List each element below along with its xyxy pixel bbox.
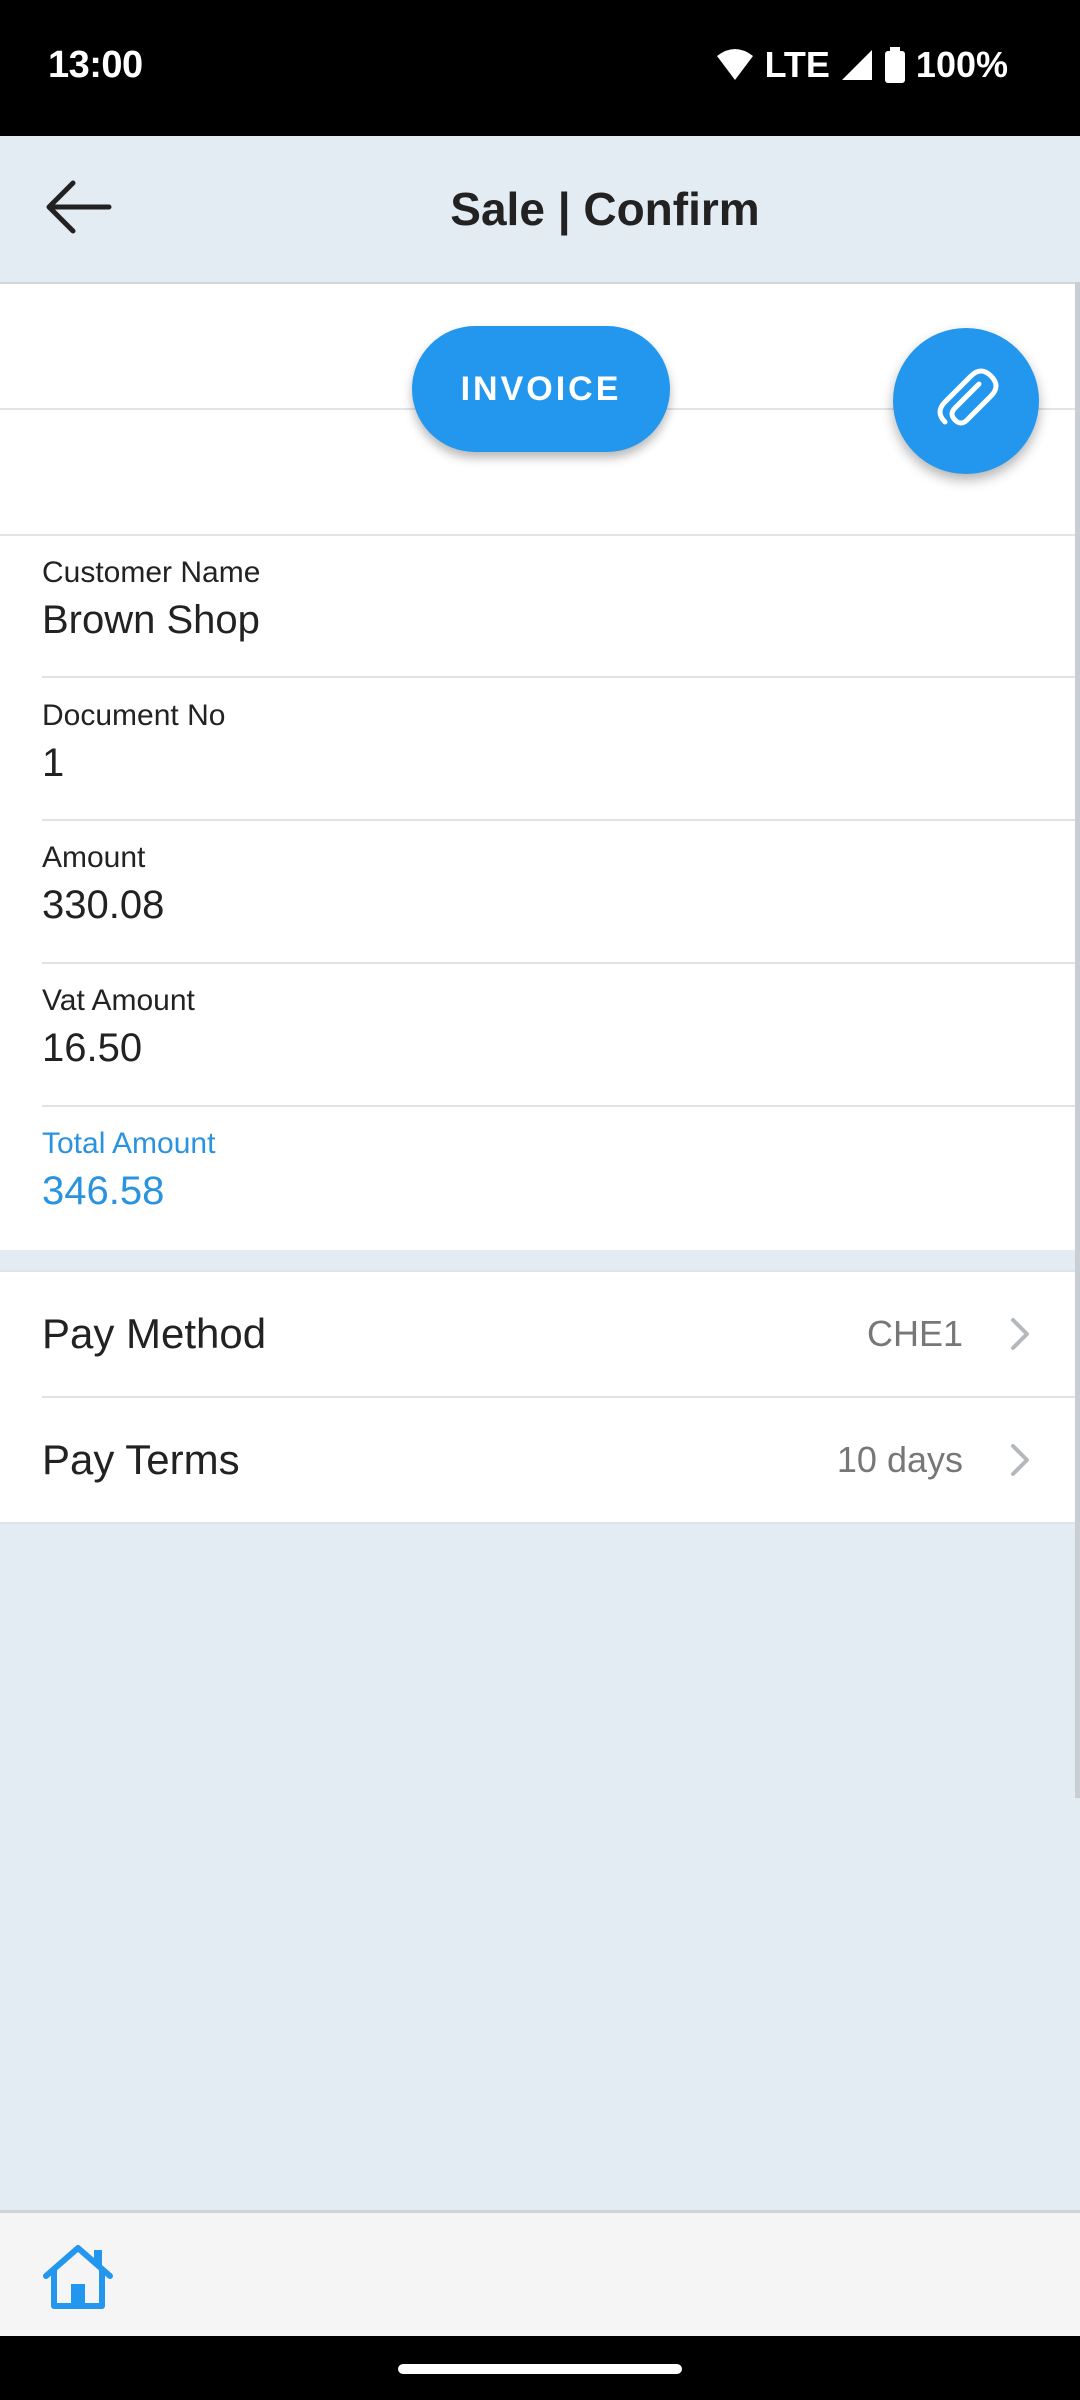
home-gesture-handle[interactable] [398, 2364, 682, 2374]
pay-method-label: Pay Method [42, 1310, 267, 1357]
network-type: LTE [764, 44, 830, 85]
amount-label: Amount [42, 841, 146, 874]
vat-amount-label: Vat Amount [42, 984, 195, 1017]
system-nav-bar [0, 2336, 1080, 2400]
total-amount-field: Total Amount 346.58 [42, 1127, 1075, 1214]
page-title: Sale | Confirm [450, 183, 760, 235]
chevron-right-icon [1009, 1316, 1031, 1357]
chevron-right-icon [1009, 1442, 1031, 1483]
divider [42, 962, 1075, 964]
customer-name-value: Brown Shop [42, 598, 260, 642]
invoice-button[interactable]: INVOICE [412, 326, 670, 452]
document-no-field: Document No 1 [42, 699, 1075, 786]
bottom-nav [0, 2210, 1080, 2339]
pay-terms-value: 10 days [836, 1439, 963, 1480]
paperclip-icon [931, 364, 1001, 439]
document-no-value: 1 [42, 741, 65, 785]
battery-icon [884, 47, 906, 83]
total-amount-value: 346.58 [42, 1169, 165, 1213]
customer-name-label: Customer Name [42, 556, 261, 589]
vat-amount-field: Vat Amount 16.50 [42, 984, 1075, 1071]
payment-settings: Pay Method CHE1 Pay Terms 10 days [0, 1270, 1075, 1524]
home-button[interactable] [38, 2241, 118, 2317]
status-indicators: LTE 100% [715, 44, 1008, 86]
wifi-icon [715, 48, 755, 82]
pay-method-row[interactable]: Pay Method CHE1 [0, 1272, 1075, 1396]
customer-name-field: Customer Name Brown Shop [42, 556, 1075, 643]
pay-method-value: CHE1 [866, 1313, 963, 1354]
sale-details-card: INVOICE Customer Name Brown Shop Documen… [0, 282, 1075, 1250]
scrollbar[interactable] [1075, 282, 1080, 1798]
document-no-label: Document No [42, 699, 226, 732]
status-bar: 13:00 LTE 100% [0, 0, 1080, 136]
pay-terms-row[interactable]: Pay Terms 10 days [0, 1398, 1075, 1522]
amount-value: 330.08 [42, 883, 165, 927]
home-icon [40, 2242, 116, 2317]
pay-terms-label: Pay Terms [42, 1436, 240, 1483]
divider [42, 676, 1075, 678]
app-bar: Sale | Confirm [0, 136, 1080, 282]
attach-button[interactable] [893, 328, 1039, 474]
amount-field: Amount 330.08 [42, 841, 1075, 928]
vat-amount-value: 16.50 [42, 1026, 143, 1070]
signal-icon [840, 48, 874, 82]
divider [42, 819, 1075, 821]
divider [0, 534, 1075, 536]
status-time: 13:00 [48, 44, 143, 86]
battery-level: 100% [915, 44, 1008, 85]
total-amount-label: Total Amount [42, 1127, 216, 1160]
divider [42, 1105, 1075, 1107]
